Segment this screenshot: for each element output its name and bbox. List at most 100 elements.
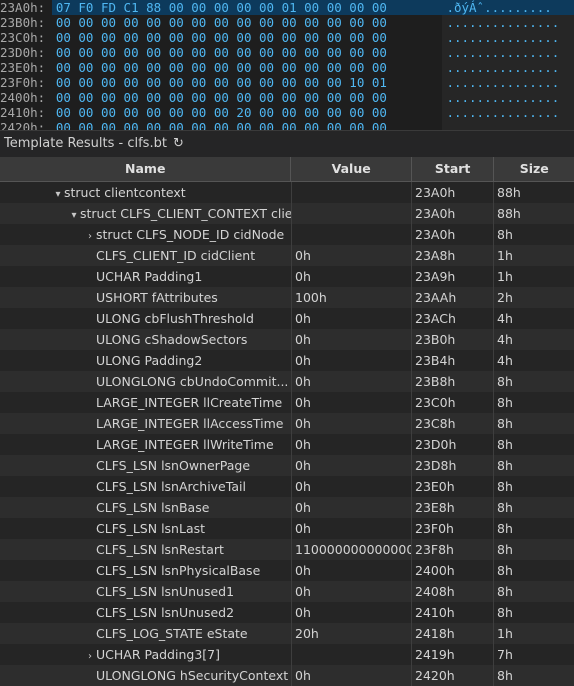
cell-value[interactable]: 0h xyxy=(292,581,412,602)
table-row[interactable]: ▾ struct clientcontext 23A0h 88h xyxy=(0,182,574,203)
column-header-name[interactable]: Name xyxy=(0,157,292,181)
hex-row[interactable]: 23E0h: 00 00 00 00 00 00 00 00 00 00 00 0… xyxy=(0,60,574,75)
cell-value[interactable]: 0h xyxy=(292,560,412,581)
table-row[interactable]: CLFS_LSN lsnArchiveTail 0h 23E0h 8h xyxy=(0,476,574,497)
row-name: LARGE_INTEGER llAccessTime xyxy=(96,416,284,431)
cell-value[interactable]: 0h xyxy=(292,245,412,266)
chevron-right-icon[interactable]: › xyxy=(84,646,96,665)
hex-bytes[interactable]: 00 00 00 00 00 00 00 00 00 00 00 00 00 0… xyxy=(52,15,443,30)
cell-value[interactable]: 0h xyxy=(292,602,412,623)
table-row[interactable]: CLFS_LSN lsnOwnerPage 0h 23D8h 8h xyxy=(0,455,574,476)
hex-ascii[interactable]: ............... xyxy=(442,105,574,120)
hex-bytes[interactable]: 00 00 00 00 00 00 00 00 00 00 00 00 00 0… xyxy=(52,90,443,105)
table-row[interactable]: ULONGLONG cbUndoCommit... 0h 23B8h 8h xyxy=(0,371,574,392)
table-row[interactable]: CLFS_LSN lsnUnused1 0h 2408h 8h xyxy=(0,581,574,602)
hex-row[interactable]: 2420h: 00 00 00 00 00 00 00 00 00 00 00 0… xyxy=(0,120,574,130)
column-header-start[interactable]: Start xyxy=(412,157,495,181)
cell-value[interactable]: 0h xyxy=(292,476,412,497)
table-row[interactable]: CLFS_CLIENT_ID cidClient 0h 23A8h 1h xyxy=(0,245,574,266)
cell-value[interactable]: 0h xyxy=(292,497,412,518)
chevron-down-icon[interactable]: ▾ xyxy=(52,184,64,203)
hex-ascii[interactable]: ............... xyxy=(442,75,574,90)
hex-bytes[interactable]: 00 00 00 00 00 00 00 00 00 00 00 00 00 0… xyxy=(52,30,443,45)
hex-row[interactable]: 2400h: 00 00 00 00 00 00 00 00 00 00 00 0… xyxy=(0,90,574,105)
hex-bytes[interactable]: 00 00 00 00 00 00 00 00 00 00 00 00 00 0… xyxy=(52,120,443,130)
table-row[interactable]: ULONG Padding2 0h 23B4h 4h xyxy=(0,350,574,371)
chevron-down-icon[interactable]: ▾ xyxy=(68,205,80,224)
cell-name: CLFS_LSN lsnPhysicalBase xyxy=(0,560,292,581)
cell-value[interactable] xyxy=(292,644,412,665)
hex-bytes[interactable]: 00 00 00 00 00 00 00 00 20 00 00 00 00 0… xyxy=(52,105,443,120)
cell-value[interactable]: 20h xyxy=(292,623,412,644)
table-row[interactable]: CLFS_LSN lsnBase 0h 23E8h 8h xyxy=(0,497,574,518)
refresh-icon[interactable]: ↻ xyxy=(173,131,184,157)
table-row[interactable]: › UCHAR Padding3[7] 2419h 7h xyxy=(0,644,574,665)
hex-editor-view[interactable]: 23A0h: 07 F0 FD C1 88 00 00 00 00 00 01 0… xyxy=(0,0,574,130)
hex-bytes[interactable]: 00 00 00 00 00 00 00 00 00 00 00 00 00 0… xyxy=(52,60,443,75)
hex-address: 23B0h: xyxy=(0,15,46,30)
hex-ascii[interactable]: ............... xyxy=(442,30,574,45)
table-row[interactable]: CLFS_LSN lsnRestart 110000000000000h 23F8h… xyxy=(0,539,574,560)
cell-value[interactable]: 0h xyxy=(292,434,412,455)
hex-ascii[interactable]: ............... xyxy=(442,45,574,60)
cell-value[interactable]: 0h xyxy=(292,329,412,350)
hex-address: 23D0h: xyxy=(0,45,46,60)
hex-row[interactable]: 23F0h: 00 00 00 00 00 00 00 00 00 00 00 0… xyxy=(0,75,574,90)
table-row[interactable]: LARGE_INTEGER llAccessTime 0h 23C8h 8h xyxy=(0,413,574,434)
table-row[interactable]: CLFS_LSN lsnPhysicalBase 0h 2400h 8h xyxy=(0,560,574,581)
hex-ascii[interactable]: ............... xyxy=(442,60,574,75)
cell-name: › struct CLFS_NODE_ID cidNode xyxy=(0,224,292,245)
hex-address: 23E0h: xyxy=(0,60,46,75)
cell-value[interactable]: 0h xyxy=(292,413,412,434)
table-row[interactable]: ▾ struct CLFS_CLIENT_CONTEXT clie... 23A0h… xyxy=(0,203,574,224)
table-row[interactable]: CLFS_LSN lsnUnused2 0h 2410h 8h xyxy=(0,602,574,623)
cell-value[interactable]: 0h xyxy=(292,308,412,329)
cell-name: CLFS_LSN lsnUnused2 xyxy=(0,602,292,623)
hex-ascii[interactable]: ............... xyxy=(442,15,574,30)
hex-row[interactable]: 23A0h: 07 F0 FD C1 88 00 00 00 00 00 01 0… xyxy=(0,0,574,15)
hex-row[interactable]: 23C0h: 00 00 00 00 00 00 00 00 00 00 00 0… xyxy=(0,30,574,45)
hex-bytes[interactable]: 00 00 00 00 00 00 00 00 00 00 00 00 00 0… xyxy=(52,45,443,60)
table-row[interactable]: LARGE_INTEGER llWriteTime 0h 23D0h 8h xyxy=(0,434,574,455)
cell-name: CLFS_LSN lsnArchiveTail xyxy=(0,476,292,497)
table-row[interactable]: CLFS_LOG_STATE eState 20h 2418h 1h xyxy=(0,623,574,644)
cell-size: 1h xyxy=(497,269,513,284)
hex-row[interactable]: 2410h: 00 00 00 00 00 00 00 00 20 00 00 0… xyxy=(0,105,574,120)
cell-value[interactable] xyxy=(292,182,412,203)
cell-value[interactable]: 0h xyxy=(292,266,412,287)
table-row[interactable]: › struct CLFS_NODE_ID cidNode 23A0h 8h xyxy=(0,224,574,245)
table-row[interactable]: UCHAR Padding1 0h 23A9h 1h xyxy=(0,266,574,287)
cell-value[interactable]: 0h xyxy=(292,665,412,686)
hex-row[interactable]: 23D0h: 00 00 00 00 00 00 00 00 00 00 00 0… xyxy=(0,45,574,60)
hex-ascii[interactable]: ............... xyxy=(442,120,574,130)
hex-ascii[interactable]: ............... xyxy=(442,90,574,105)
cell-value[interactable] xyxy=(292,203,412,224)
cell-value[interactable] xyxy=(292,224,412,245)
results-table-body: ▾ struct clientcontext 23A0h 88h ▾ struct CLF… xyxy=(0,182,574,686)
hex-bytes[interactable]: 00 00 00 00 00 00 00 00 00 00 00 00 00 1… xyxy=(52,75,443,90)
cell-start: 23E0h xyxy=(412,476,494,497)
cell-value[interactable]: 0h xyxy=(292,350,412,371)
table-row[interactable]: ULONG cShadowSectors 0h 23B0h 4h xyxy=(0,329,574,350)
column-header-value[interactable]: Value xyxy=(291,157,412,181)
table-row[interactable]: LARGE_INTEGER llCreateTime 0h 23C0h 8h xyxy=(0,392,574,413)
hex-row[interactable]: 23B0h: 00 00 00 00 00 00 00 00 00 00 00 0… xyxy=(0,15,574,30)
table-row[interactable]: ULONG cbFlushThreshold 0h 23ACh 4h xyxy=(0,308,574,329)
cell-value[interactable]: 0h xyxy=(292,392,412,413)
cell-value[interactable]: 0h xyxy=(292,371,412,392)
table-row[interactable]: CLFS_LSN lsnLast 0h 23F0h 8h xyxy=(0,518,574,539)
table-row[interactable]: USHORT fAttributes 100h 23AAh 2h xyxy=(0,287,574,308)
column-header-size[interactable]: Size xyxy=(494,157,574,181)
chevron-right-icon[interactable]: › xyxy=(84,226,96,245)
cell-value[interactable]: 0h xyxy=(292,455,412,476)
cell-name: CLFS_LSN lsnLast xyxy=(0,518,292,539)
cell-start: 23B0h xyxy=(412,329,494,350)
table-row[interactable]: ULONGLONG hSecurityContext 0h 2420h 8h xyxy=(0,665,574,686)
hex-ascii[interactable]: .ðýÁˆ......... xyxy=(442,0,574,15)
cell-size: 8h xyxy=(497,458,513,473)
cell-value[interactable]: 110000000000000h xyxy=(292,539,412,560)
cell-name: USHORT fAttributes xyxy=(0,287,292,308)
cell-value[interactable]: 0h xyxy=(292,518,412,539)
hex-bytes[interactable]: 07 F0 FD C1 88 00 00 00 00 00 01 00 00 0… xyxy=(51,0,443,15)
cell-value[interactable]: 100h xyxy=(292,287,412,308)
